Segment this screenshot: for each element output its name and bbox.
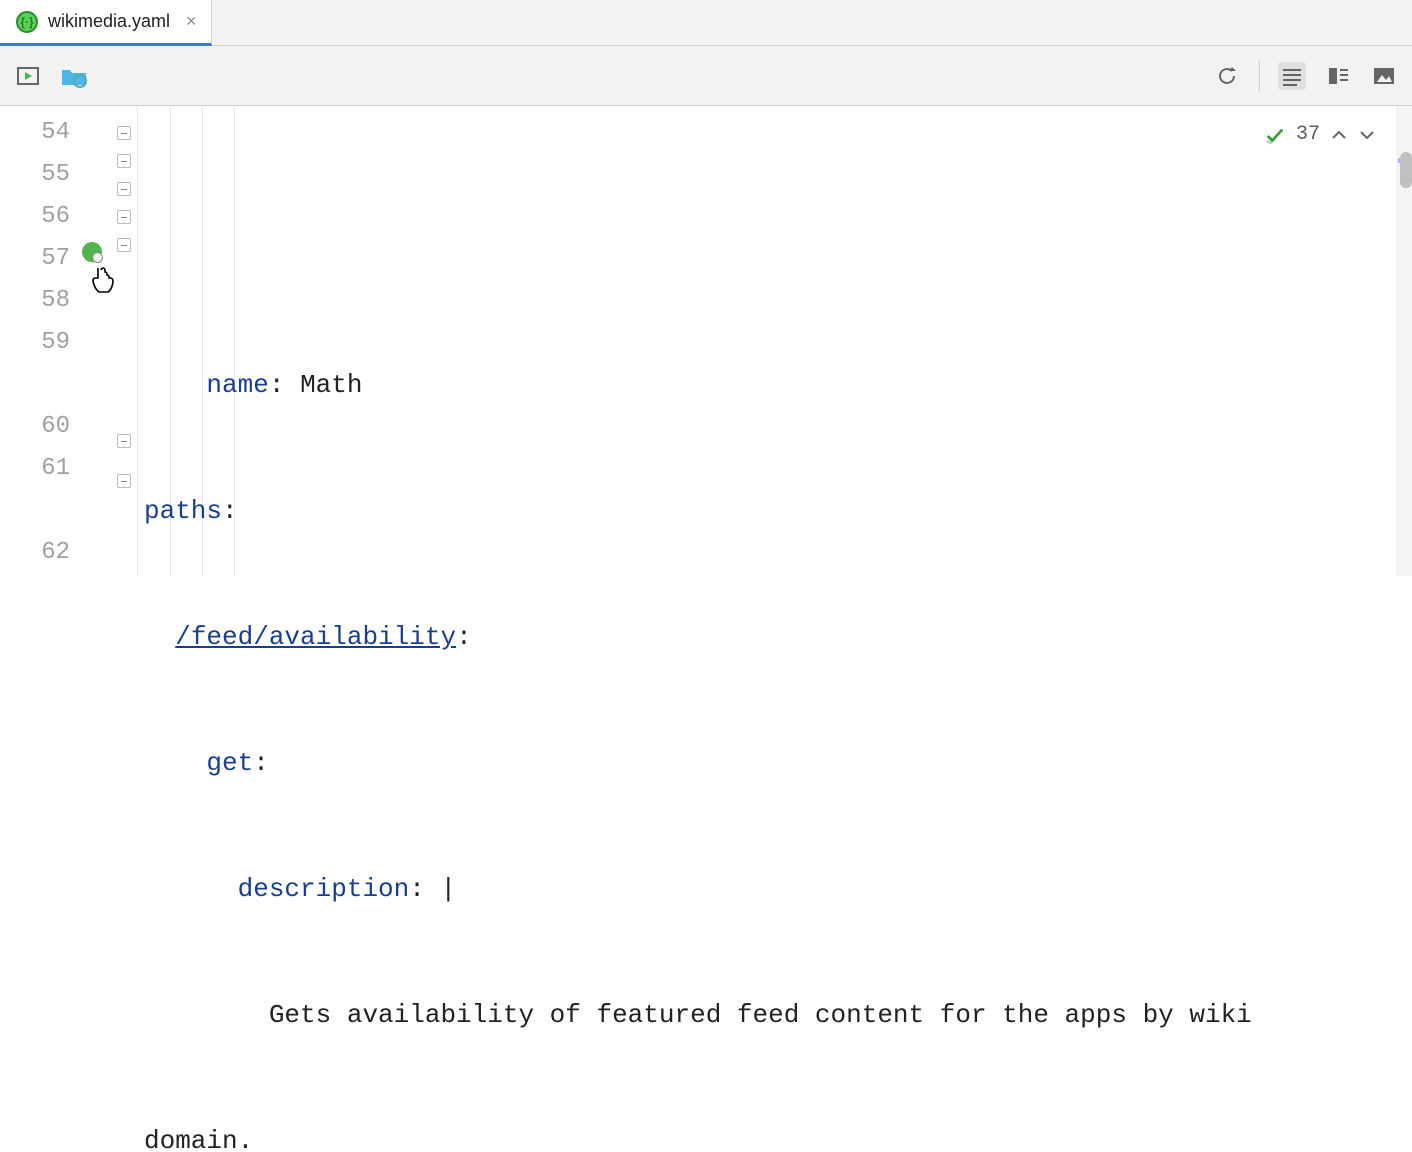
fold-toggle[interactable] (117, 210, 131, 224)
endpoint-run-icon[interactable] (82, 242, 102, 262)
line-number-gutter: 54 55 56 57 58 59 60 61 62 (0, 106, 80, 576)
yaml-key: get (206, 748, 253, 778)
pointer-cursor-icon (90, 266, 116, 303)
split-columns-icon[interactable] (1324, 62, 1352, 90)
chevron-down-icon[interactable] (1358, 126, 1376, 144)
fold-toggle[interactable] (117, 434, 131, 448)
line-number: 59 (0, 322, 80, 364)
code-editor[interactable]: 54 55 56 57 58 59 60 61 62 name: Math (0, 106, 1412, 576)
yaml-text-cont: domain. (144, 1126, 253, 1152)
fold-toggle[interactable] (117, 126, 131, 140)
yaml-key: paths (144, 496, 222, 526)
line-number: 60 (0, 406, 80, 448)
yaml-path-key[interactable]: /feed/availability (175, 622, 456, 652)
line-number: 57 (0, 238, 80, 280)
image-view-icon[interactable] (1370, 62, 1398, 90)
run-icon[interactable] (14, 62, 42, 90)
yaml-value: | (440, 874, 456, 904)
file-tab[interactable]: {·} wikimedia.yaml × (0, 0, 212, 46)
fold-toggle[interactable] (117, 474, 131, 488)
editor-toolbar (0, 46, 1412, 106)
yaml-key: name (206, 370, 268, 400)
openapi-circle-icon: {·} (16, 11, 38, 33)
line-number: 56 (0, 196, 80, 238)
editor-tab-bar: {·} wikimedia.yaml × (0, 0, 1412, 46)
tab-file-name: wikimedia.yaml (48, 11, 170, 32)
close-icon[interactable]: × (186, 11, 197, 32)
line-number: 54 (0, 112, 80, 154)
line-number: 62 (0, 532, 80, 574)
check-icon (1264, 124, 1286, 146)
lines-view-icon[interactable] (1278, 62, 1306, 90)
fold-toggle[interactable] (117, 154, 131, 168)
yaml-key: description (238, 874, 410, 904)
chevron-up-icon[interactable] (1330, 126, 1348, 144)
fold-toggle[interactable] (117, 182, 131, 196)
line-number: 55 (0, 154, 80, 196)
line-number (0, 490, 80, 532)
fold-gutter (110, 106, 138, 576)
toolbar-divider (1259, 61, 1260, 91)
inspection-count: 37 (1296, 114, 1320, 156)
inspection-widget[interactable]: 37 (1258, 112, 1382, 158)
line-number: 58 (0, 280, 80, 322)
yaml-value: Math (300, 370, 362, 400)
code-area[interactable]: name: Math paths: /feed/availability: ge… (138, 106, 1412, 576)
scroll-thumb[interactable] (1400, 152, 1412, 188)
swagger-folder-icon[interactable] (60, 62, 88, 90)
scrollbar[interactable] (1396, 106, 1412, 576)
fold-toggle[interactable] (117, 238, 131, 252)
yaml-text: Gets availability of featured feed conte… (269, 1000, 1268, 1030)
line-number: 61 (0, 448, 80, 490)
gutter-actions (80, 106, 110, 576)
line-number (0, 364, 80, 406)
reload-icon[interactable] (1213, 62, 1241, 90)
